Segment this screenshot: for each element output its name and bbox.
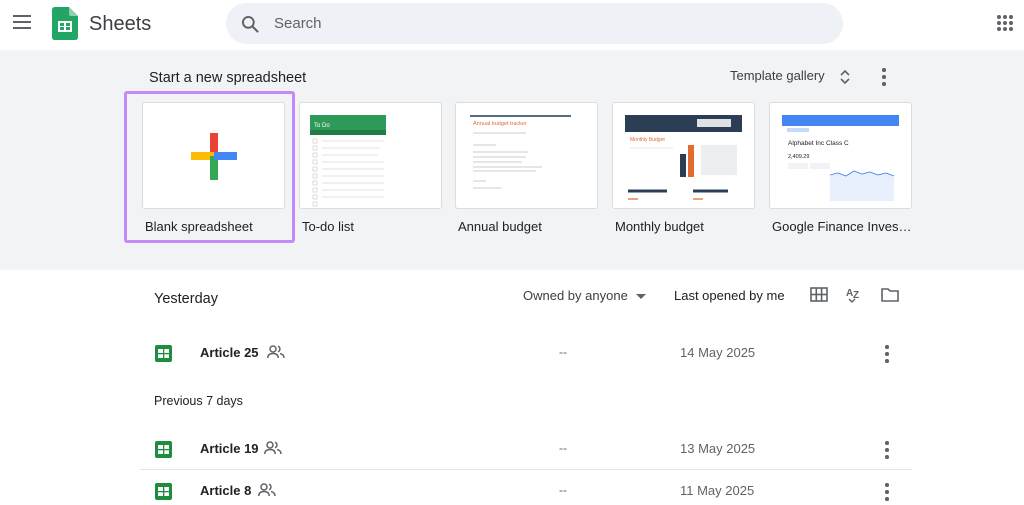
file-name: Article 19	[200, 441, 259, 456]
unfold-icon	[840, 69, 850, 85]
template-thumbnail[interactable]: Alphabet Inc Class C 2,409.29	[769, 102, 912, 209]
sheets-file-icon	[155, 345, 172, 362]
file-row[interactable]: Article 8 -- 11 May 2025	[140, 470, 912, 505]
file-date: 13 May 2025	[680, 441, 756, 456]
template-label: Monthly budget	[615, 219, 704, 234]
file-more-options-icon[interactable]	[884, 440, 890, 459]
owner-filter-dropdown[interactable]: Owned by anyone	[523, 288, 646, 303]
dropdown-caret-icon	[635, 294, 646, 300]
shared-icon	[267, 345, 285, 359]
template-section: Start a new spreadsheet Template gallery…	[0, 50, 1024, 270]
file-more-options-icon[interactable]	[884, 482, 890, 501]
finance-preview: Alphabet Inc Class C 2,409.29	[782, 115, 899, 201]
file-date: 11 May 2025	[680, 483, 755, 498]
template-monthly-budget[interactable]: Monthly Budget Monthly budget	[612, 102, 755, 234]
annual-budget-preview: Annual budget tracker	[470, 115, 571, 189]
open-file-picker-icon[interactable]	[880, 285, 900, 305]
plus-icon	[191, 133, 237, 180]
template-annual-budget[interactable]: Annual budget tracker Annual budget	[455, 102, 598, 234]
template-blank-spreadsheet[interactable]: Blank spreadsheet	[142, 102, 285, 234]
todo-preview: To Do	[310, 115, 386, 207]
file-more-options-icon[interactable]	[884, 344, 890, 363]
template-google-finance[interactable]: Alphabet Inc Class C 2,409.29 Google Fin…	[769, 102, 912, 234]
sheets-file-icon	[155, 441, 172, 458]
template-label: Blank spreadsheet	[145, 219, 253, 234]
template-gallery-button[interactable]: Template gallery	[730, 68, 850, 88]
file-date: 14 May 2025	[680, 345, 756, 360]
template-label: To-do list	[302, 219, 355, 234]
file-row[interactable]: Article 19 -- 13 May 2025	[140, 428, 912, 470]
search-input[interactable]	[274, 3, 814, 44]
template-label: Google Finance Investment Tracker	[772, 219, 912, 234]
template-todo-list[interactable]: To Do To-do list	[299, 102, 442, 234]
template-thumbnail[interactable]	[142, 102, 285, 209]
shared-icon	[264, 441, 282, 455]
group-title-yesterday: Yesterday	[154, 291, 218, 307]
monthly-preview-title: Monthly Budget	[630, 137, 665, 143]
sort-az-icon[interactable]: A Z	[845, 285, 865, 305]
template-more-options-icon[interactable]	[881, 68, 887, 86]
template-gallery-label: Template gallery	[730, 68, 825, 83]
sheets-file-icon	[155, 483, 172, 500]
template-thumbnail[interactable]: To Do	[299, 102, 442, 209]
annual-preview-title: Annual budget tracker	[473, 121, 527, 127]
file-name: Article 8	[200, 483, 252, 498]
finance-preview-value: 2,409.29	[788, 154, 809, 160]
file-row[interactable]: Article 25 -- 14 May 2025	[140, 332, 912, 374]
main-menu-icon[interactable]	[13, 15, 31, 29]
template-label: Annual budget	[458, 219, 542, 234]
file-owner: --	[559, 483, 567, 497]
template-thumbnail[interactable]: Monthly Budget	[612, 102, 755, 209]
recent-files-section: Yesterday Owned by anyone Last opened by…	[0, 270, 1024, 505]
search-icon[interactable]	[240, 14, 260, 34]
monthly-budget-preview: Monthly Budget	[625, 115, 742, 200]
group-title-previous-7-days: Previous 7 days	[154, 394, 243, 408]
owner-filter-label: Owned by anyone	[523, 288, 628, 303]
file-owner: --	[559, 345, 567, 359]
template-thumbnail[interactable]: Annual budget tracker	[455, 102, 598, 209]
search-bar[interactable]	[226, 3, 843, 44]
google-apps-icon[interactable]	[997, 15, 1013, 31]
template-section-title: Start a new spreadsheet	[149, 70, 307, 86]
sort-button[interactable]: Last opened by me	[674, 288, 785, 303]
file-name: Article 25	[200, 345, 259, 360]
app-name[interactable]: Sheets	[89, 13, 151, 36]
file-owner: --	[559, 441, 567, 455]
sheets-logo-icon[interactable]	[52, 7, 78, 40]
shared-icon	[258, 483, 276, 497]
finance-preview-title: Alphabet Inc Class C	[788, 140, 849, 147]
todo-preview-title: To Do	[314, 123, 330, 129]
top-bar: Sheets	[0, 0, 1024, 50]
grid-view-icon[interactable]	[809, 285, 829, 305]
